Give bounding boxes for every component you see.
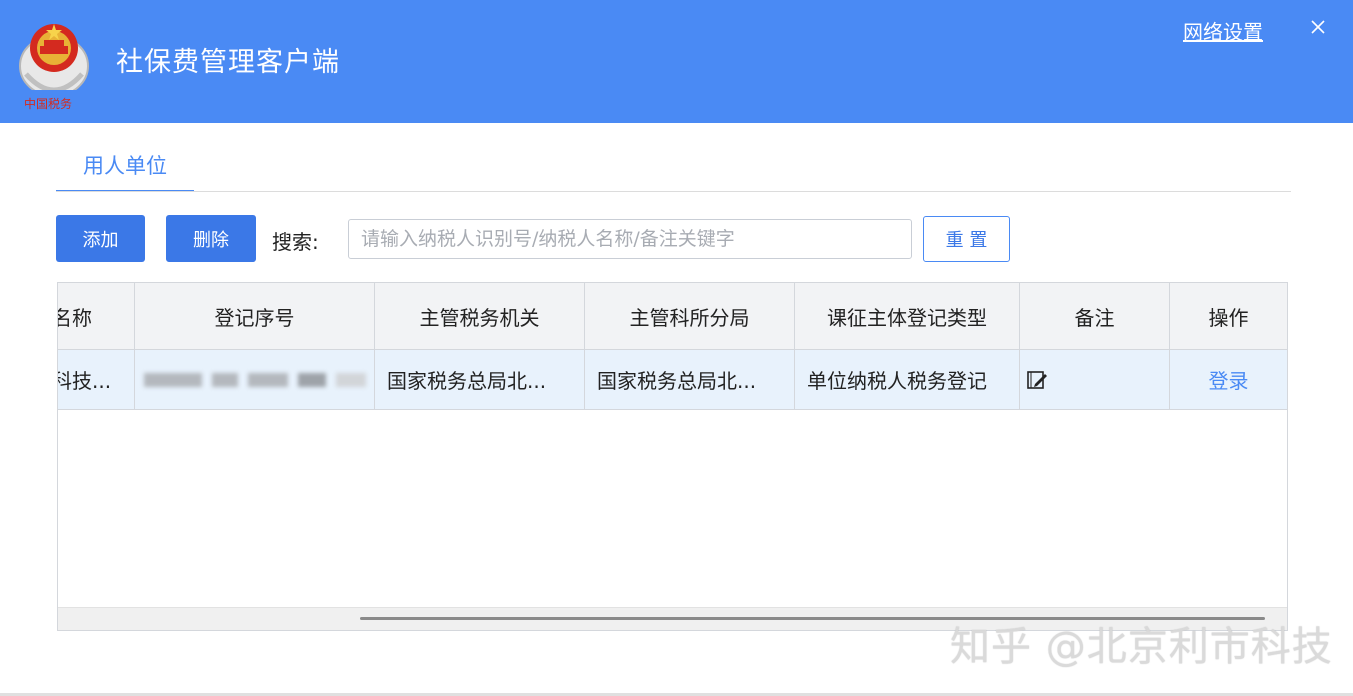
close-icon[interactable] xyxy=(1307,16,1329,38)
network-settings-link[interactable]: 网络设置 xyxy=(1183,16,1263,45)
column-header-tax-authority: 主管税务机关 xyxy=(375,283,585,349)
cell-action: 登录 xyxy=(1170,350,1287,409)
column-header-note: 备注 xyxy=(1020,283,1170,349)
cell-reg-no xyxy=(135,350,375,409)
column-header-action: 操作 xyxy=(1208,305,1249,330)
search-input[interactable] xyxy=(348,219,912,259)
cell-branch: 国家税务总局北... xyxy=(585,350,795,409)
table-row[interactable]: 科技... 国家税务总局北... 国家税务总局北... 单位纳税人税务登记 xyxy=(58,350,1287,410)
column-header-name: 名称 xyxy=(58,283,135,349)
search-label: 搜索: xyxy=(272,230,319,254)
cell-note xyxy=(1020,350,1170,409)
add-button[interactable]: 添加 xyxy=(56,215,145,262)
column-header-reg-type: 课征主体登记类型 xyxy=(795,283,1020,349)
national-emblem-icon: 中国税务 xyxy=(16,10,98,114)
title-bar: 中国税务 社保费管理客户端 网络设置 xyxy=(0,0,1353,123)
delete-button[interactable]: 删除 xyxy=(166,215,256,262)
app-title: 社保费管理客户端 xyxy=(116,47,340,78)
tab-employer[interactable]: 用人单位 xyxy=(56,148,194,192)
tab-divider xyxy=(56,191,1291,192)
edit-note-icon[interactable] xyxy=(1026,369,1048,391)
cell-reg-type: 单位纳税人税务登记 xyxy=(795,350,1020,409)
column-header-branch: 主管科所分局 xyxy=(585,283,795,349)
reset-button[interactable]: 重 置 xyxy=(923,216,1010,262)
redacted-reg-no xyxy=(143,372,366,387)
table-header-row: 名称 登记序号 主管税务机关 主管科所分局 课征主体登记类型 备注 操作 xyxy=(58,283,1287,350)
logo-text: 中国税务 xyxy=(24,96,72,111)
cell-tax-authority: 国家税务总局北... xyxy=(375,350,585,409)
employer-table: 名称 登记序号 主管税务机关 主管科所分局 课征主体登记类型 备注 操作 科技.… xyxy=(57,282,1288,631)
cell-name: 科技... xyxy=(58,350,135,409)
watermark: 知乎 @北京利市科技 xyxy=(950,624,1333,670)
column-header-reg-no: 登记序号 xyxy=(135,283,375,349)
login-link[interactable]: 登录 xyxy=(1209,365,1249,394)
